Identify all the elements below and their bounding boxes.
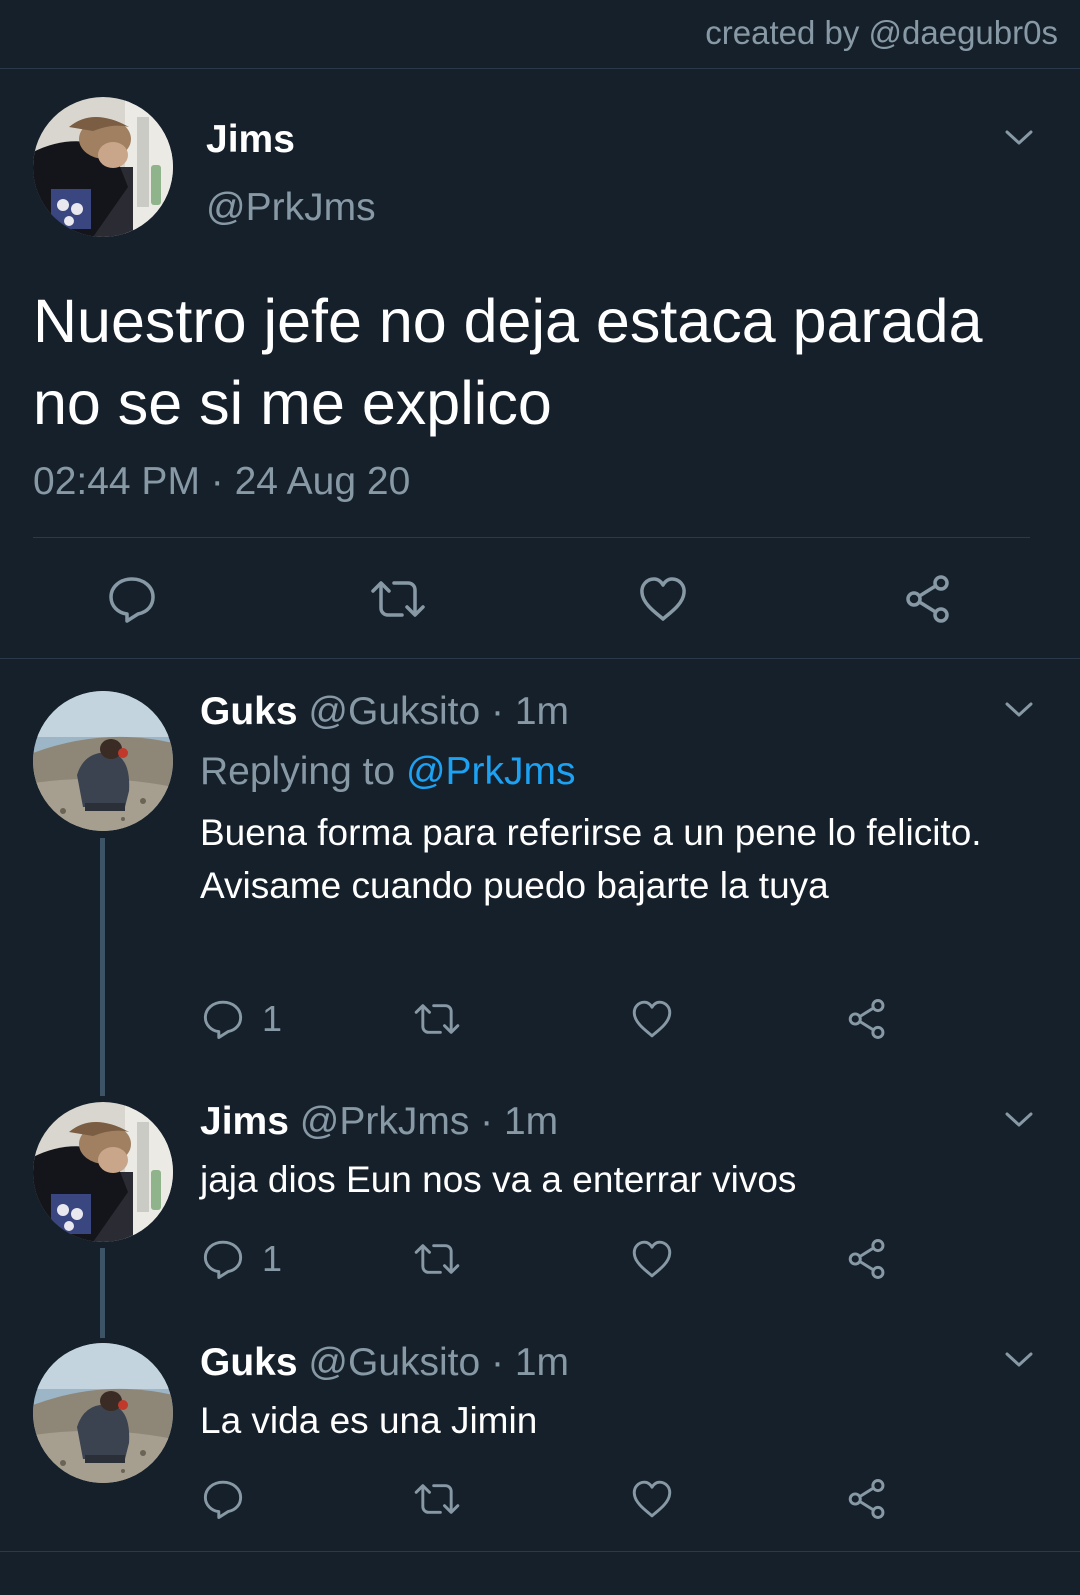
divider (0, 658, 1080, 659)
share-button[interactable] (846, 998, 888, 1040)
avatar[interactable] (33, 1343, 173, 1483)
retweet-button[interactable] (368, 574, 428, 624)
share-icon (846, 1238, 888, 1280)
avatar[interactable] (33, 1102, 173, 1242)
author-name[interactable]: Jims (206, 118, 295, 162)
share-icon (846, 1478, 888, 1520)
author-handle[interactable]: @PrkJms (206, 186, 376, 230)
divider (33, 537, 1030, 538)
retweet-button[interactable] (412, 1238, 462, 1280)
reply-count: 1 (262, 1238, 283, 1279)
retweet-icon (412, 1238, 462, 1280)
chevron-down-icon[interactable] (1004, 1110, 1034, 1130)
like-button[interactable] (638, 574, 688, 624)
reply-button[interactable]: 1 (202, 998, 282, 1040)
avatar[interactable] (33, 691, 173, 831)
chevron-down-icon[interactable] (1004, 128, 1034, 148)
retweet-icon (412, 998, 462, 1040)
like-icon (631, 998, 673, 1040)
tweet-text: La vida es una Jimin (200, 1400, 538, 1441)
tweet-text: Nuestro jefe no deja estaca parada no se… (33, 287, 983, 437)
author-name[interactable]: Guks (200, 690, 298, 733)
top-bar: created by @daegubr0s (0, 0, 1080, 69)
retweet-button[interactable] (412, 1478, 462, 1520)
author-meta: @Guksito · 1m (308, 690, 570, 733)
like-button[interactable] (631, 998, 673, 1040)
share-button[interactable] (846, 1238, 888, 1280)
tweet-header: Guks @Guksito · 1m (200, 1341, 569, 1385)
author-meta: @PrkJms · 1m (299, 1100, 559, 1143)
like-icon (631, 1238, 673, 1280)
thread-line (100, 1248, 105, 1338)
share-button[interactable] (846, 1478, 888, 1520)
divider (0, 1551, 1080, 1552)
retweet-icon (412, 1478, 462, 1520)
reply-icon (202, 1238, 244, 1280)
retweet-icon (368, 574, 428, 624)
share-icon (903, 574, 953, 624)
like-icon (631, 1478, 673, 1520)
avatar[interactable] (33, 97, 173, 237)
replying-label: Replying to (200, 750, 406, 793)
retweet-button[interactable] (412, 998, 462, 1040)
tweet-timestamp: 02:44 PM · 24 Aug 20 (33, 460, 411, 503)
tweet-text: jaja dios Eun nos va a enterrar vivos (200, 1159, 797, 1200)
reply-icon (202, 998, 244, 1040)
like-button[interactable] (631, 1238, 673, 1280)
author-name[interactable]: Jims (200, 1100, 289, 1143)
share-icon (846, 998, 888, 1040)
author-meta: @Guksito · 1m (308, 1341, 570, 1384)
reply-button[interactable] (107, 574, 157, 624)
replying-to: Replying to @PrkJms (200, 750, 576, 794)
share-button[interactable] (903, 574, 953, 624)
credit-text: created by @daegubr0s (705, 14, 1058, 51)
mention-link[interactable]: @PrkJms (406, 750, 576, 793)
tweet-header: Guks @Guksito · 1m (200, 690, 569, 734)
like-icon (638, 574, 688, 624)
like-button[interactable] (631, 1478, 673, 1520)
author-name[interactable]: Guks (200, 1341, 298, 1384)
chevron-down-icon[interactable] (1004, 700, 1034, 720)
reply-count: 1 (262, 998, 283, 1039)
reply-icon (202, 1478, 244, 1520)
reply-button[interactable]: 1 (202, 1238, 282, 1280)
tweet-text: Buena forma para referirse a un pene lo … (200, 812, 982, 906)
tweet-header: Jims @PrkJms · 1m (200, 1100, 558, 1144)
chevron-down-icon[interactable] (1004, 1350, 1034, 1370)
thread-line (100, 838, 105, 1096)
reply-icon (107, 574, 157, 624)
reply-button[interactable] (202, 1478, 262, 1520)
